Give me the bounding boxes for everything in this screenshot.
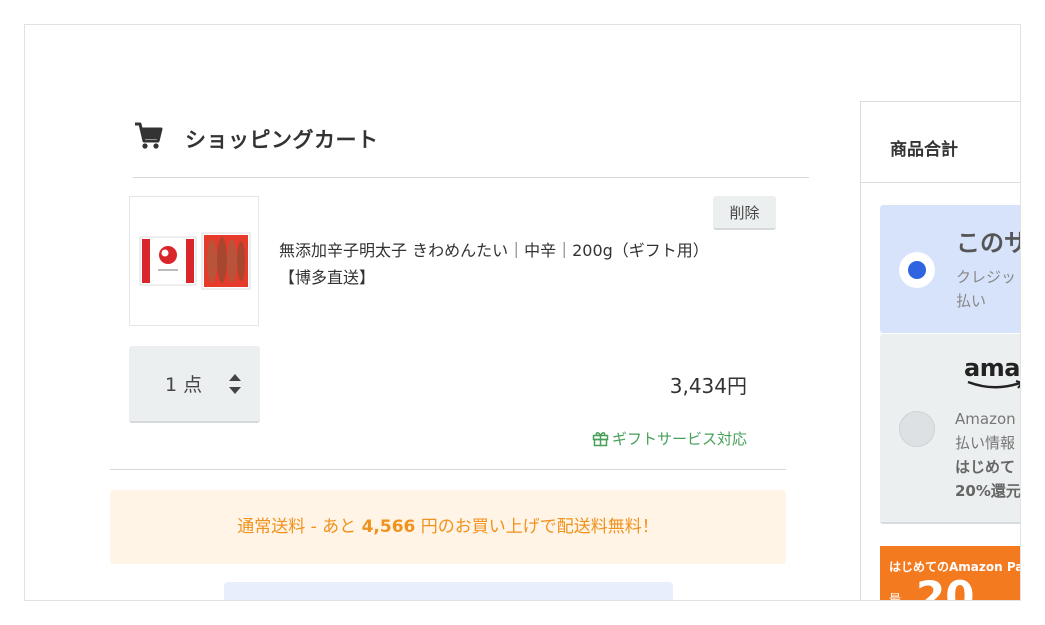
- shipping-amount: 4,566: [361, 517, 416, 537]
- gift-service-label: ギフトサービス対応: [577, 428, 747, 449]
- gift-service-text: ギフトサービス対応: [611, 430, 747, 448]
- amazon-desc-line: 20%還元: [955, 482, 1021, 500]
- payment-radio[interactable]: [899, 411, 935, 447]
- cart-header: ショッピングカート: [133, 121, 809, 178]
- payment-desc-line: 払い: [956, 292, 987, 310]
- amazon-desc-line: 払い情報: [955, 434, 1016, 452]
- payment-option-title: このサ: [956, 229, 1021, 257]
- amazon-logo: amaz: [964, 354, 1020, 382]
- product-name[interactable]: 無添加辛子明太子 きわめんたい｜中辛｜200g（ギフト用）【博多直送】: [279, 237, 709, 291]
- summary-divider: [861, 182, 1020, 183]
- amazon-pay-desc: Amazon 払い情報 はじめて 20%還元: [955, 407, 1021, 503]
- product-image: [139, 232, 251, 290]
- checkout-box[interactable]: [224, 582, 673, 600]
- banner-big-number: 20: [916, 572, 975, 601]
- delete-button[interactable]: 削除: [713, 196, 776, 230]
- cart-icon: [135, 122, 163, 149]
- amazon-desc-line: Amazon: [955, 410, 1016, 428]
- quantity-select[interactable]: 1 点: [129, 346, 260, 423]
- product-thumbnail[interactable]: [129, 196, 259, 326]
- page-frame: ショッピングカート 無添加辛子明太子 きわめんたい｜中辛｜200g（ギフト用）【…: [24, 24, 1021, 601]
- shipping-notice: 通常送料 - あと 4,566 円のお買い上げで配送料無料！: [110, 490, 786, 564]
- amazon-desc-line: はじめて: [955, 458, 1016, 476]
- banner-small-text: 最: [889, 592, 902, 601]
- amazon-pay-banner[interactable]: はじめてのAmazon Payで 最 20: [880, 546, 1020, 601]
- payment-option-amazon[interactable]: amaz Amazon 払い情報 はじめて 20%還元: [880, 334, 1021, 524]
- payment-option-site[interactable]: このサ クレジッ 払い: [880, 205, 1021, 333]
- amazon-smile-icon: [967, 380, 1020, 389]
- payment-radio-selected[interactable]: [899, 252, 935, 288]
- quantity-value: 1 点: [165, 374, 203, 396]
- page-title: ショッピングカート: [185, 128, 379, 152]
- order-summary-panel: 商品合計 このサ クレジッ 払い amaz Amazon 払い情報 はじめて 2…: [860, 101, 1021, 601]
- payment-option-desc: クレジッ 払い: [956, 265, 1016, 313]
- gift-icon: [592, 432, 609, 447]
- sort-arrows-icon: [229, 374, 241, 394]
- summary-title: 商品合計: [890, 140, 958, 160]
- item-price: 3,434円: [669, 374, 747, 398]
- payment-desc-line: クレジッ: [956, 268, 1017, 286]
- shipping-suffix: 円のお買い上げで配送料無料！: [415, 517, 659, 537]
- shipping-prefix: 通常送料 - あと: [237, 517, 362, 537]
- divider: [110, 469, 786, 470]
